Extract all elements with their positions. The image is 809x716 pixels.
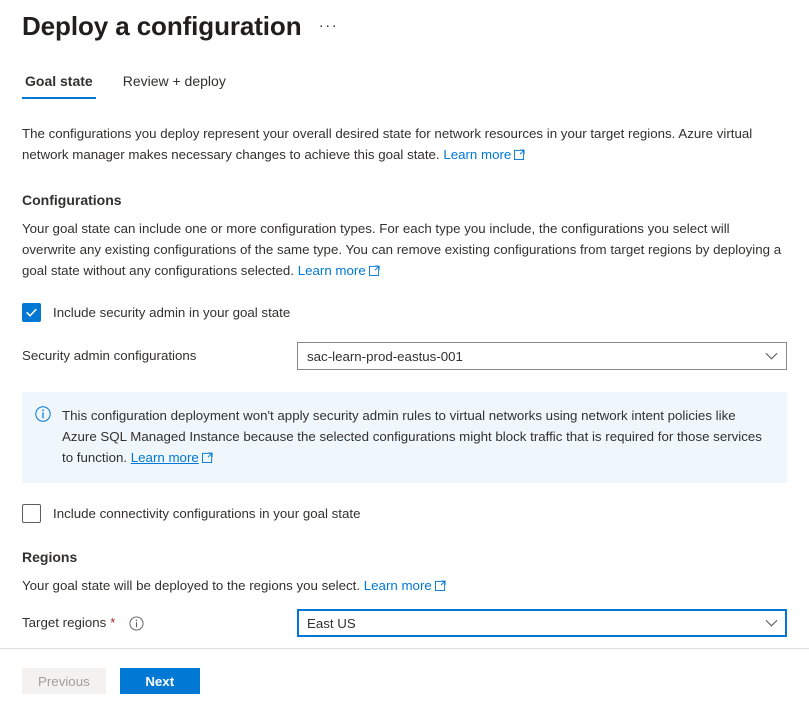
tab-list: Goal state Review + deploy (22, 72, 787, 99)
external-link-icon (368, 261, 380, 282)
configurations-heading: Configurations (22, 192, 122, 208)
security-admin-checkbox[interactable] (22, 303, 41, 322)
target-regions-info-icon[interactable] (129, 615, 144, 631)
configurations-description-text: Your goal state can include one or more … (22, 221, 782, 278)
connectivity-checkbox-label[interactable]: Include connectivity configurations in y… (53, 504, 360, 523)
info-icon (35, 406, 51, 469)
chevron-down-icon (765, 352, 778, 361)
more-options-icon[interactable]: ··· (315, 13, 341, 39)
regions-learn-more-label: Learn more (363, 578, 432, 593)
external-link-icon (434, 576, 446, 597)
banner-learn-more-link[interactable]: Learn more (131, 450, 199, 465)
security-admin-configurations-row: Security admin configurations sac-learn-… (22, 342, 787, 370)
configurations-learn-more-label: Learn more (297, 263, 366, 278)
security-admin-configurations-dropdown[interactable]: sac-learn-prod-eastus-001 (297, 342, 787, 370)
info-banner-text: This configuration deployment won't appl… (62, 405, 773, 469)
intro-learn-more-label: Learn more (443, 147, 512, 162)
intro-learn-more-link[interactable]: Learn more (443, 147, 525, 162)
target-regions-value: East US (307, 615, 356, 631)
connectivity-checkbox[interactable] (22, 504, 41, 523)
security-admin-configurations-label: Security admin configurations (22, 348, 197, 363)
required-marker: * (110, 615, 116, 630)
regions-description-text: Your goal state will be deployed to the … (22, 578, 361, 593)
title-row: Deploy a configuration ··· (22, 0, 787, 43)
tab-review-deploy[interactable]: Review + deploy (120, 72, 229, 99)
security-admin-configurations-value: sac-learn-prod-eastus-001 (307, 348, 463, 364)
configurations-learn-more-link[interactable]: Learn more (298, 263, 380, 278)
configurations-description: Your goal state can include one or more … (22, 218, 787, 282)
footer-divider (0, 648, 809, 649)
target-regions-row: Target regions * East US (22, 609, 787, 637)
security-admin-checkbox-row[interactable]: Include security admin in your goal stat… (22, 303, 787, 322)
regions-heading: Regions (22, 549, 78, 565)
footer-actions: Previous Next (22, 668, 200, 694)
security-admin-checkbox-label[interactable]: Include security admin in your goal stat… (53, 303, 290, 322)
intro-text: The configurations you deploy represent … (22, 126, 753, 162)
tab-goal-state[interactable]: Goal state (22, 72, 96, 99)
checkmark-icon (26, 308, 37, 317)
connectivity-checkbox-row[interactable]: Include connectivity configurations in y… (22, 504, 787, 523)
info-banner: This configuration deployment won't appl… (22, 392, 787, 483)
page-title: Deploy a configuration (22, 11, 302, 41)
intro-paragraph: The configurations you deploy represent … (22, 123, 787, 166)
regions-description: Your goal state will be deployed to the … (22, 575, 787, 597)
target-regions-label-group: Target regions * (22, 613, 297, 633)
regions-learn-more-link[interactable]: Learn more (364, 578, 446, 593)
target-regions-dropdown[interactable]: East US (297, 609, 787, 637)
target-regions-label: Target regions (22, 615, 107, 630)
previous-button[interactable]: Previous (22, 668, 106, 694)
deploy-configuration-blade: Deploy a configuration ··· Goal state Re… (0, 0, 809, 637)
external-link-icon (514, 145, 525, 166)
chevron-down-icon (765, 619, 778, 628)
external-link-icon (201, 448, 213, 469)
next-button[interactable]: Next (119, 668, 200, 694)
banner-learn-more-label: Learn more (130, 450, 199, 465)
